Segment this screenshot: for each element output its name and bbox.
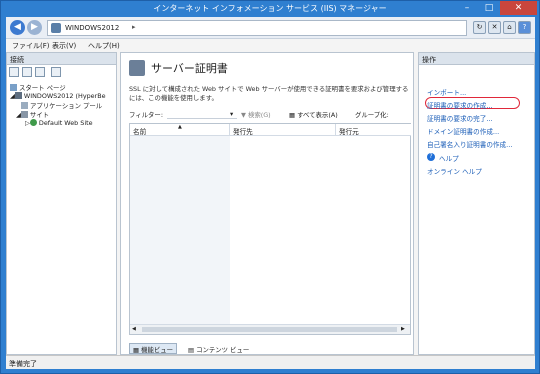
page-title: サーバー証明書 (151, 62, 228, 75)
feature-description: SSL に対して構成された Web サイトで Web サーバーが使用できる証明書… (129, 85, 409, 102)
content-view-icon: ▤ (188, 346, 197, 354)
certificate-icon (129, 60, 145, 76)
connect-icon[interactable] (9, 67, 19, 77)
filter-input[interactable] (167, 109, 237, 119)
view-tabs: ▦ 機能ビュー ▤ コンテンツ ビュー (129, 343, 411, 354)
filter-bar: フィルター: ▾ ▼ 検索(G) ▦ すべて表示(A) グループ化: (129, 109, 411, 120)
certificate-list[interactable]: 名前 ▲ 発行先 発行元 ◀ ▶ (129, 123, 411, 335)
column-header-name[interactable]: 名前 ▲ (130, 124, 230, 136)
features-view-icon: ▦ (133, 346, 142, 354)
address-field[interactable]: WINDOWS2012 ▸ (47, 20, 467, 36)
forward-button[interactable]: ▶ (27, 20, 42, 35)
title-bar: インターネット インフォメーション サービス (IIS) マネージャー – □ … (1, 1, 539, 17)
home-icon[interactable]: ⌂ (503, 21, 516, 34)
help-icon[interactable]: ? (518, 21, 531, 34)
horizontal-scrollbar[interactable]: ◀ ▶ (130, 324, 410, 334)
actions-header: 操作 (419, 53, 534, 65)
action-complete-request[interactable]: 証明書の要求の完了... (427, 113, 493, 123)
scrollbar-thumb[interactable] (142, 327, 397, 332)
app-pool-icon (21, 102, 28, 109)
menu-help[interactable]: ヘルプ(H) (88, 41, 120, 51)
stop-icon[interactable]: ✕ (488, 21, 501, 34)
app-window: インターネット インフォメーション サービス (IIS) マネージャー – □ … (0, 0, 540, 374)
column-header-issued-by[interactable]: 発行元 (336, 124, 411, 136)
action-import[interactable]: インポート... (427, 87, 466, 97)
globe-icon (29, 119, 37, 126)
show-all-icon: ▦ (289, 111, 298, 119)
connections-header: 接続 (7, 53, 116, 65)
status-bar: 準備完了 (6, 355, 535, 369)
go-icon: ▼ (241, 111, 248, 119)
refresh-icon[interactable]: ↻ (473, 21, 486, 34)
show-all-button[interactable]: ▦ すべて表示(A) (289, 110, 338, 119)
tree-item-server[interactable]: ◢ WINDOWS2012 (HyperBe (10, 92, 106, 100)
disconnect-icon[interactable] (51, 67, 61, 77)
actions-pane: 操作 インポート... 証明書の要求の作成... 証明書の要求の完了... ドメ… (418, 52, 535, 355)
search-button[interactable]: ▼ 検索(G) (241, 110, 271, 119)
maximize-button[interactable]: □ (478, 1, 500, 15)
status-text: 準備完了 (9, 360, 37, 368)
help-icon: ? (427, 153, 435, 161)
back-button[interactable]: ◀ (10, 20, 25, 35)
feature-pane: サーバー証明書 SSL に対して構成された Web サイトで Web サーバーが… (120, 52, 414, 355)
up-icon[interactable] (35, 67, 45, 77)
minimize-button[interactable]: – (456, 1, 478, 15)
connections-pane: 接続 スタート ページ ◢ WINDOWS2012 (HyperBe アプリケーシ… (6, 52, 117, 355)
action-help[interactable]: ヘルプ (439, 153, 459, 163)
start-page-icon (10, 84, 17, 91)
action-create-self-signed[interactable]: 自己署名入り証明書の作成... (427, 139, 512, 149)
filter-dropdown-icon[interactable]: ▾ (230, 110, 233, 118)
breadcrumb-separator-icon[interactable]: ▸ (132, 23, 136, 31)
column-header-issued-to[interactable]: 発行先 (230, 124, 336, 136)
sites-folder-icon (20, 111, 28, 118)
scroll-right-icon[interactable]: ▶ (401, 326, 405, 332)
sort-ascending-icon: ▲ (178, 124, 182, 130)
tab-content-view[interactable]: ▤ コンテンツ ビュー (184, 343, 253, 354)
address-path: WINDOWS2012 (65, 24, 120, 32)
name-column-area (130, 136, 230, 324)
filter-label: フィルター: (129, 111, 163, 119)
client-area: ◀ ▶ WINDOWS2012 ▸ ↻ ✕ ⌂ ? ファイル(F) 表示(V) … (6, 17, 535, 369)
menu-file[interactable]: ファイル(F) (12, 41, 50, 51)
server-icon (14, 92, 22, 99)
tree-item-app-pools[interactable]: アプリケーション プール (21, 101, 102, 110)
action-create-request[interactable]: 証明書の要求の作成... (427, 100, 493, 110)
address-bar: ◀ ▶ WINDOWS2012 ▸ ↻ ✕ ⌂ ? (6, 17, 535, 39)
save-icon[interactable] (22, 67, 32, 77)
group-by-label[interactable]: グループ化: (355, 110, 389, 119)
scroll-left-icon[interactable]: ◀ (132, 326, 136, 332)
close-button[interactable]: ✕ (500, 1, 537, 15)
tab-features-view[interactable]: ▦ 機能ビュー (129, 343, 178, 354)
connections-toolbar (9, 67, 115, 79)
action-online-help[interactable]: オンライン ヘルプ (427, 166, 482, 176)
tree-item-default-web-site[interactable]: ▷ Default Web Site (25, 119, 93, 127)
server-icon (51, 23, 61, 33)
tree-item-sites[interactable]: ◢ サイト (16, 110, 49, 119)
tree-item-start-page[interactable]: スタート ページ (10, 83, 66, 92)
menu-bar: ファイル(F) 表示(V) ヘルプ(H) (6, 39, 535, 52)
action-create-domain-cert[interactable]: ドメイン証明書の作成... (427, 126, 499, 136)
menu-view[interactable]: 表示(V) (52, 41, 76, 51)
